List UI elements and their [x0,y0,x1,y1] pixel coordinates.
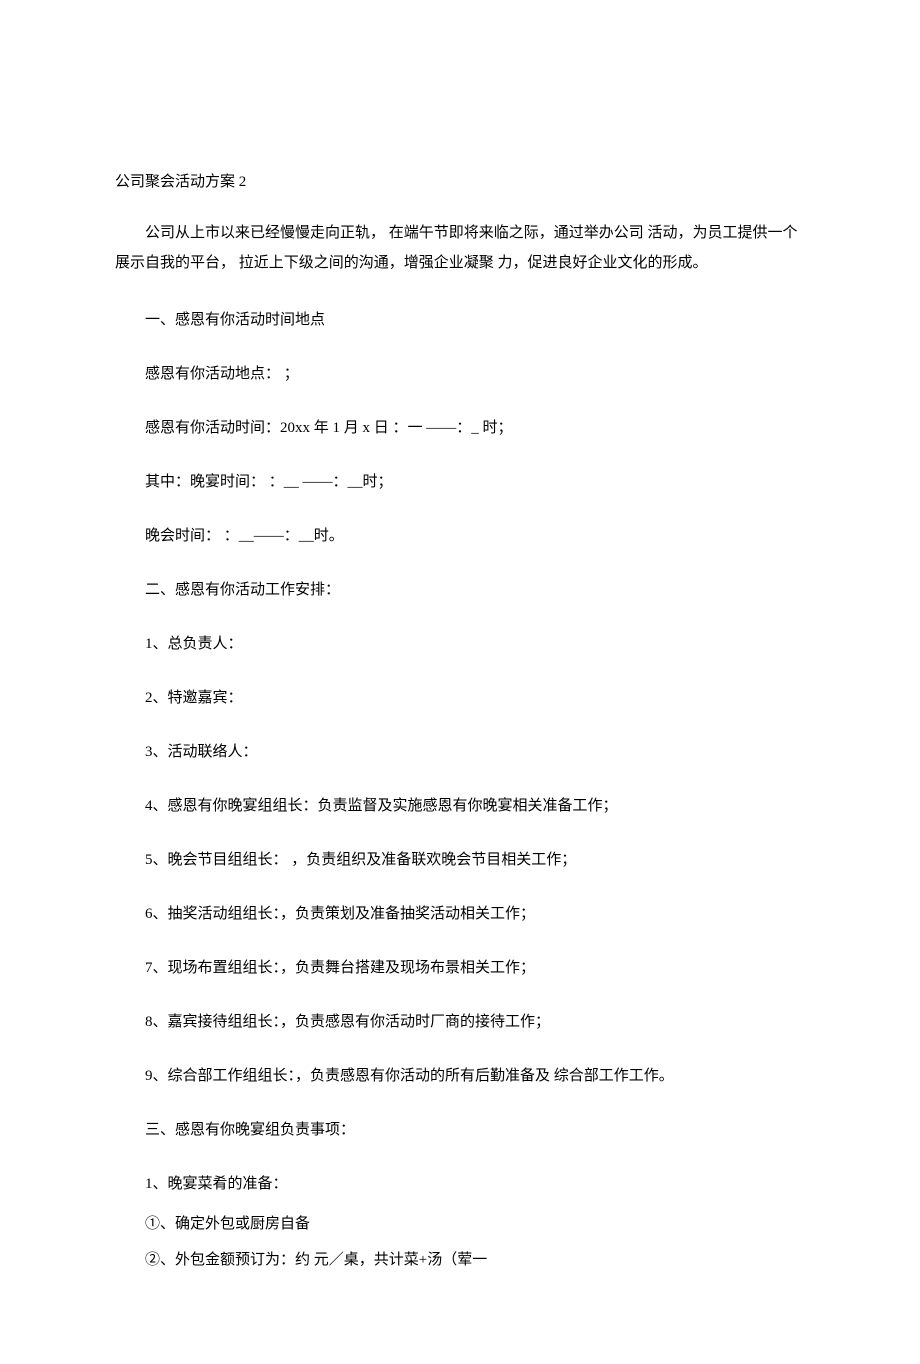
section-2-item-4: 4、感恩有你晚宴组组长：负责监督及实施感恩有你晚宴相关准备工作； [115,794,805,818]
section-2-item-9: 9、综合部工作组组长：，负责感恩有你活动的所有后勤准备及 综合部工作工作。 [115,1064,805,1088]
section-1-heading: 一、感恩有你活动时间地点 [115,308,805,332]
section-1-party-time: 晚会时间： ：__——：__时。 [115,524,805,548]
section-2-item-7: 7、现场布置组组长：，负责舞台搭建及现场布景相关工作； [115,956,805,980]
section-1-dinner-time: 其中：晚宴时间： ：__ ——：__时； [115,470,805,494]
section-2-heading: 二、感恩有你活动工作安排： [115,578,805,602]
section-2-item-3: 3、活动联络人： [115,740,805,764]
section-2-item-2: 2、特邀嘉宾： [115,686,805,710]
section-1-time: 感恩有你活动时间：20xx 年 1 月 x 日 ：一 ——：_ 时； [115,416,805,440]
section-2-item-5: 5、晚会节目组组长： ，负责组织及准备联欢晚会节目相关工作； [115,848,805,872]
section-2-item-6: 6、抽奖活动组组长：，负责策划及准备抽奖活动相关工作； [115,902,805,926]
intro-paragraph: 公司从上市以来已经慢慢走向正轨， 在端午节即将来临之际，通过举办公司 活动，为员… [115,218,805,278]
section-3-heading: 三、感恩有你晚宴组负责事项： [115,1118,805,1142]
section-3-item-1b: ②、外包金额预订为：约 元／桌，共计菜+汤（荤一 [115,1248,805,1272]
section-3-item-1: 1、晚宴菜肴的准备： [115,1172,805,1196]
section-3-item-1a: ①、确定外包或厨房自备 [115,1212,805,1236]
section-2-item-1: 1、总负责人： [115,632,805,656]
section-1-location: 感恩有你活动地点： ； [115,362,805,386]
document-title: 公司聚会活动方案 2 [115,170,805,194]
section-2-item-8: 8、嘉宾接待组组长：，负责感恩有你活动时厂商的接待工作； [115,1010,805,1034]
